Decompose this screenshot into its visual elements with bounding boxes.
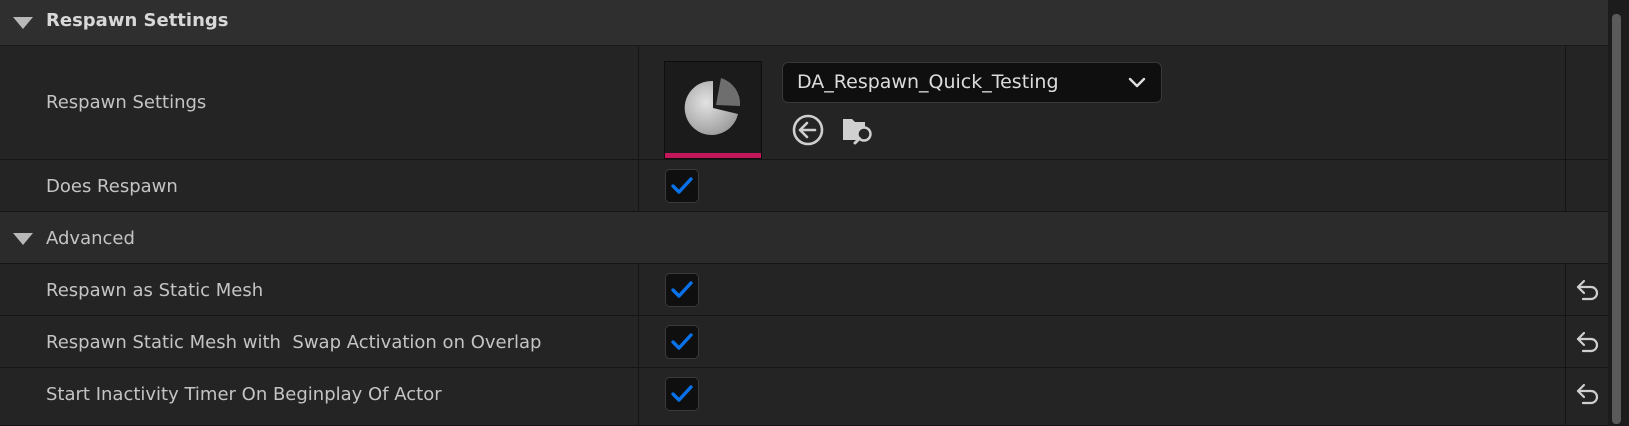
reset-column xyxy=(1565,160,1609,211)
reset-column xyxy=(1565,46,1609,159)
property-label: Respawn as Static Mesh xyxy=(46,280,264,301)
category-row-advanced[interactable]: Advanced xyxy=(0,212,1608,264)
chevron-down-icon xyxy=(1128,77,1146,88)
does-respawn-checkbox[interactable] xyxy=(665,169,699,203)
checkmark-icon xyxy=(671,177,693,194)
property-label: Start Inactivity Timer On Beginplay Of A… xyxy=(46,384,442,405)
property-label: Respawn Static Mesh with Swap Activation… xyxy=(46,332,542,353)
checkmark-icon xyxy=(671,281,693,298)
use-selected-asset-icon[interactable] xyxy=(790,112,826,148)
property-name-cell: Start Inactivity Timer On Beginplay Of A… xyxy=(0,368,639,425)
scrollbar-thumb[interactable] xyxy=(1612,14,1621,424)
reset-to-default-icon[interactable] xyxy=(1575,382,1601,406)
asset-picker-value: DA_Respawn_Quick_Testing xyxy=(797,71,1059,93)
inactivity-timer-checkbox[interactable] xyxy=(665,377,699,411)
asset-type-color-bar xyxy=(665,153,761,158)
expand-triangle-icon[interactable] xyxy=(13,233,33,245)
asset-picker-dropdown[interactable]: DA_Respawn_Quick_Testing xyxy=(782,62,1162,103)
asset-thumbnail[interactable] xyxy=(664,61,762,159)
property-name-cell: Respawn as Static Mesh xyxy=(0,264,639,315)
property-row-respawn-swap-activation: Respawn Static Mesh with Swap Activation… xyxy=(0,316,1608,368)
checkmark-icon xyxy=(671,385,693,402)
property-name-cell: Respawn Settings xyxy=(0,46,639,159)
property-row-does-respawn: Does Respawn xyxy=(0,160,1608,212)
section-title: Respawn Settings xyxy=(46,10,229,31)
respawn-swap-activation-checkbox[interactable] xyxy=(665,325,699,359)
category-label: Advanced xyxy=(46,228,135,249)
property-row-inactivity-timer: Start Inactivity Timer On Beginplay Of A… xyxy=(0,368,1608,426)
details-panel: Respawn Settings Respawn Settings DA_Res… xyxy=(0,0,1629,426)
property-name-cell: Respawn Static Mesh with Swap Activation… xyxy=(0,316,639,367)
reset-to-default-icon[interactable] xyxy=(1575,330,1601,354)
reset-to-default-icon[interactable] xyxy=(1575,278,1601,302)
property-label: Respawn Settings xyxy=(46,92,207,113)
property-name-cell: Does Respawn xyxy=(0,160,639,211)
browse-asset-icon[interactable] xyxy=(840,112,876,148)
checkmark-icon xyxy=(671,333,693,350)
respawn-as-static-mesh-checkbox[interactable] xyxy=(665,273,699,307)
expand-triangle-icon[interactable] xyxy=(13,17,33,29)
property-row-respawn-as-static-mesh: Respawn as Static Mesh xyxy=(0,264,1608,316)
section-header-respawn-settings[interactable]: Respawn Settings xyxy=(0,0,1608,46)
property-label: Does Respawn xyxy=(46,176,178,197)
data-asset-thumbnail-icon xyxy=(684,78,741,135)
